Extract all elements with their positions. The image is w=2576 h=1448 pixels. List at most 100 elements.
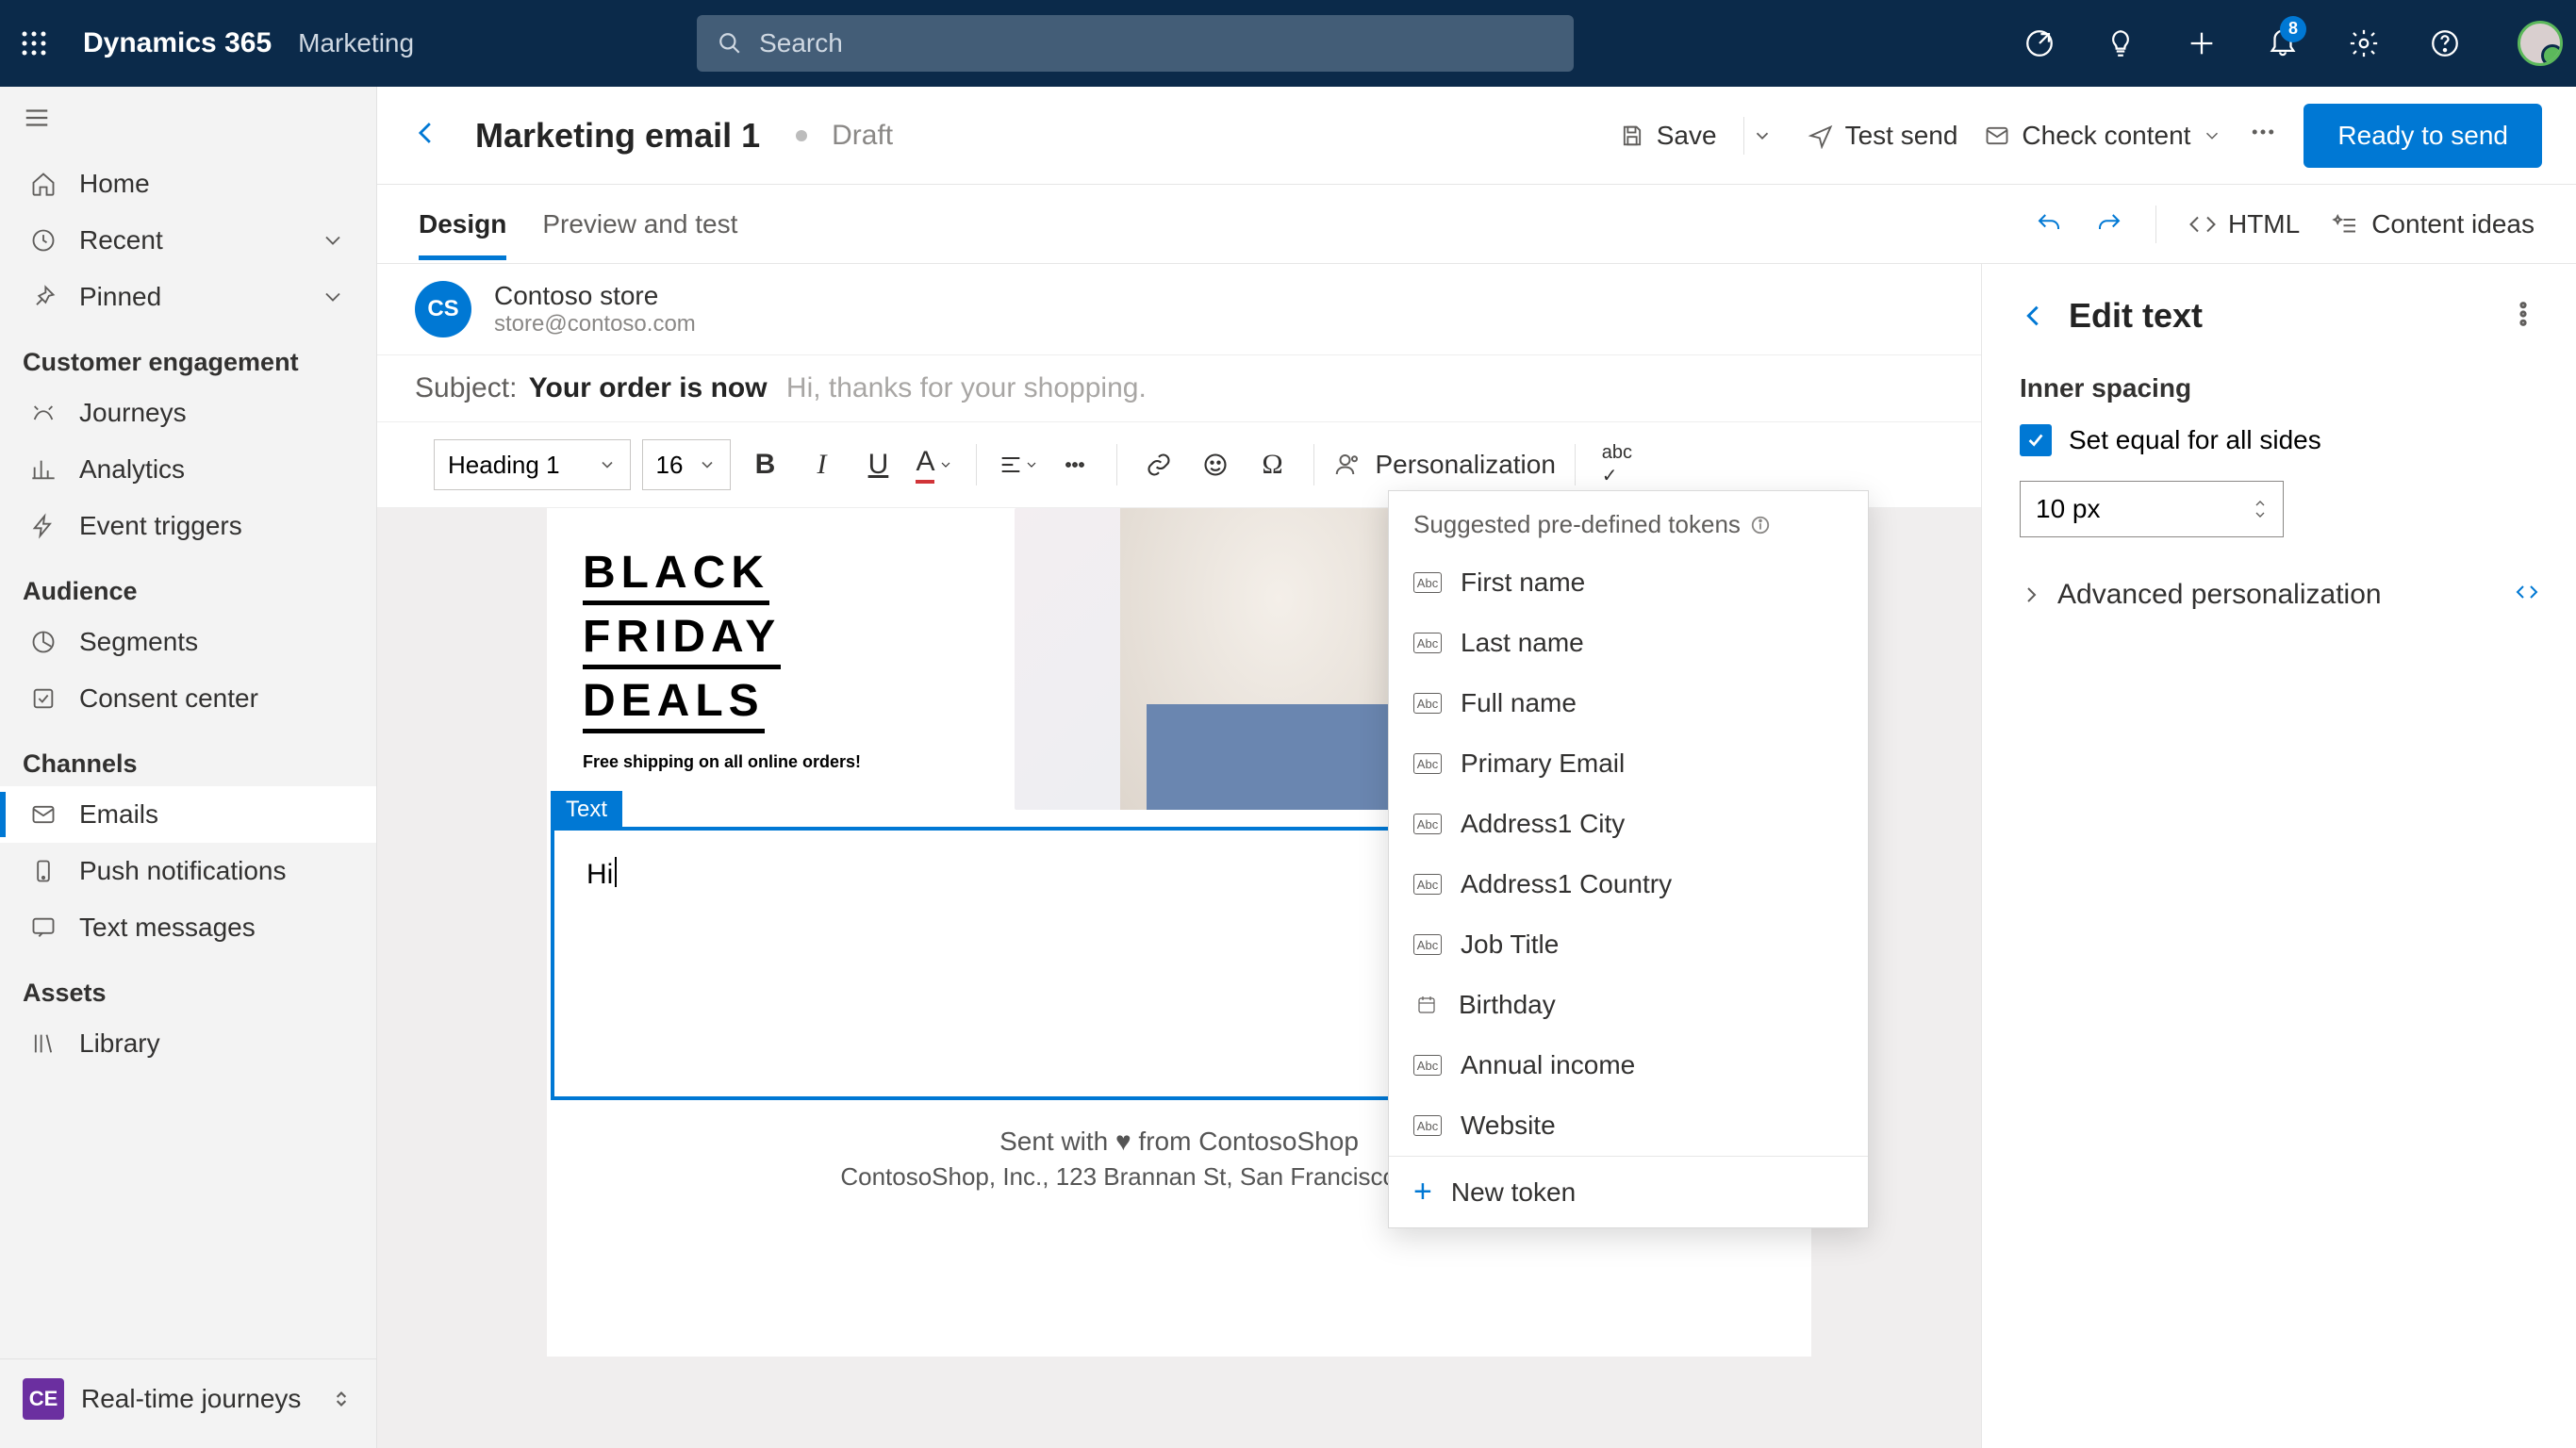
sparkle-list-icon xyxy=(2332,210,2360,239)
emoji-button[interactable] xyxy=(1193,442,1238,487)
chevron-down-icon[interactable] xyxy=(2253,510,2268,519)
panel-back-icon[interactable] xyxy=(2020,301,2050,331)
nav-journeys[interactable]: Journeys xyxy=(0,385,376,441)
chevron-down-icon xyxy=(320,284,346,310)
nav-segments[interactable]: Segments xyxy=(0,614,376,670)
home-icon xyxy=(30,171,57,197)
chevron-down-icon xyxy=(938,457,953,472)
link-button[interactable] xyxy=(1136,442,1181,487)
nav-consent[interactable]: Consent center xyxy=(0,670,376,727)
bulb-icon[interactable] xyxy=(2105,27,2137,59)
save-button[interactable]: Save xyxy=(1619,121,1717,151)
html-view-button[interactable]: HTML xyxy=(2188,209,2300,239)
font-color-button[interactable]: A xyxy=(912,442,957,487)
spacing-input[interactable]: 10 px xyxy=(2020,481,2284,537)
element-type-chip: Text xyxy=(551,791,622,829)
panel-more-button[interactable] xyxy=(2508,299,2538,334)
chevron-down-icon xyxy=(320,227,346,254)
nav-analytics[interactable]: Analytics xyxy=(0,441,376,498)
search-input[interactable]: Search xyxy=(697,15,1574,72)
more-commands-button[interactable] xyxy=(2249,118,2277,153)
hero-text-block[interactable]: BLACK FRIDAY DEALS Free shipping on all … xyxy=(564,508,981,810)
sender-name[interactable]: Contoso store xyxy=(494,281,696,311)
chevron-right-icon xyxy=(2020,584,2042,606)
text-content[interactable]: Hi xyxy=(586,859,617,890)
person-icon xyxy=(1333,451,1362,479)
sender-avatar: CS xyxy=(415,281,471,337)
bold-button[interactable]: B xyxy=(742,442,787,487)
nav-emails[interactable]: Emails xyxy=(0,786,376,843)
token-last-name[interactable]: AbcLast name xyxy=(1389,613,1868,673)
nav-push[interactable]: Push notifications xyxy=(0,843,376,899)
save-icon xyxy=(1619,123,1645,149)
nav-collapse-button[interactable] xyxy=(0,87,376,156)
calendar-icon xyxy=(1413,994,1440,1016)
token-full-name[interactable]: AbcFull name xyxy=(1389,673,1868,733)
test-send-button[interactable]: Test send xyxy=(1808,121,1958,151)
module-title[interactable]: Marketing xyxy=(298,28,414,58)
advanced-personalization-toggle[interactable]: Advanced personalization xyxy=(2020,579,2538,611)
focus-icon[interactable] xyxy=(2023,27,2056,59)
token-website[interactable]: AbcWebsite xyxy=(1389,1095,1868,1156)
help-icon[interactable] xyxy=(2429,27,2461,59)
content-ideas-button[interactable]: Content ideas xyxy=(2332,209,2535,239)
nav-pinned[interactable]: Pinned xyxy=(0,269,376,325)
more-format-button[interactable] xyxy=(1052,442,1098,487)
new-token-button[interactable]: +New token xyxy=(1389,1156,1868,1227)
record-title: Marketing email 1 xyxy=(475,116,760,156)
gear-icon[interactable] xyxy=(2348,27,2380,59)
token-annual-income[interactable]: AbcAnnual income xyxy=(1389,1035,1868,1095)
chevron-down-icon xyxy=(1024,457,1039,472)
user-avatar[interactable] xyxy=(2518,21,2563,66)
token-primary-email[interactable]: AbcPrimary Email xyxy=(1389,733,1868,794)
area-switcher[interactable]: Real-time journeys xyxy=(81,1384,301,1414)
sender-email[interactable]: store@contoso.com xyxy=(494,311,696,337)
nav-text-messages[interactable]: Text messages xyxy=(0,899,376,956)
font-size-dropdown[interactable]: 16 xyxy=(642,439,732,490)
align-button[interactable] xyxy=(996,442,1041,487)
nav-group-assets: Assets xyxy=(0,956,376,1015)
token-birthday[interactable]: Birthday xyxy=(1389,975,1868,1035)
token-address-city[interactable]: AbcAddress1 City xyxy=(1389,794,1868,854)
notifications-button[interactable]: 8 xyxy=(2267,25,2299,62)
ready-to-send-button[interactable]: Ready to send xyxy=(2304,104,2542,168)
nav-recent[interactable]: Recent xyxy=(0,212,376,269)
undo-icon[interactable] xyxy=(2035,210,2063,239)
redo-icon[interactable] xyxy=(2095,210,2123,239)
underline-button[interactable]: U xyxy=(855,442,900,487)
info-icon[interactable] xyxy=(1750,515,1771,535)
token-dropdown-header: Suggested pre-defined tokens xyxy=(1389,491,1868,552)
token-first-name[interactable]: AbcFirst name xyxy=(1389,552,1868,613)
code-icon xyxy=(2188,210,2217,239)
nav-home[interactable]: Home xyxy=(0,156,376,212)
back-button[interactable] xyxy=(411,117,443,154)
equal-sides-checkbox[interactable]: Set equal for all sides xyxy=(2020,424,2538,456)
check-content-button[interactable]: Check content xyxy=(1984,121,2222,151)
nav-library[interactable]: Library xyxy=(0,1015,376,1072)
app-launcher-icon[interactable] xyxy=(13,23,55,64)
mail-check-icon xyxy=(1984,123,2010,149)
chevron-up-icon[interactable] xyxy=(2253,499,2268,508)
brand-title: Dynamics 365 xyxy=(83,27,272,59)
nav-event-triggers[interactable]: Event triggers xyxy=(0,498,376,554)
font-style-dropdown[interactable]: Heading 1 xyxy=(434,439,631,490)
plus-icon[interactable] xyxy=(2186,27,2218,59)
analytics-icon xyxy=(30,456,57,483)
code-edit-icon[interactable] xyxy=(2516,581,2538,603)
symbol-button[interactable]: Ω xyxy=(1249,442,1295,487)
italic-button[interactable]: I xyxy=(799,442,844,487)
subject-field[interactable]: Subject: Your order is now Hi, thanks fo… xyxy=(377,355,1981,422)
token-address-country[interactable]: AbcAddress1 Country xyxy=(1389,854,1868,914)
personalization-button[interactable]: Personalization xyxy=(1333,450,1555,480)
sms-icon xyxy=(30,914,57,941)
tab-preview[interactable]: Preview and test xyxy=(542,189,737,260)
status-label: Draft xyxy=(832,120,893,152)
token-job-title[interactable]: AbcJob Title xyxy=(1389,914,1868,975)
segments-icon xyxy=(30,629,57,655)
spellcheck-button[interactable]: abc✓ xyxy=(1594,442,1640,487)
chevron-updown-icon[interactable] xyxy=(329,1387,354,1411)
clock-icon xyxy=(30,227,57,254)
token-dropdown: Suggested pre-defined tokens AbcFirst na… xyxy=(1388,490,1869,1228)
save-split-button[interactable] xyxy=(1743,117,1781,155)
tab-design[interactable]: Design xyxy=(419,189,506,260)
